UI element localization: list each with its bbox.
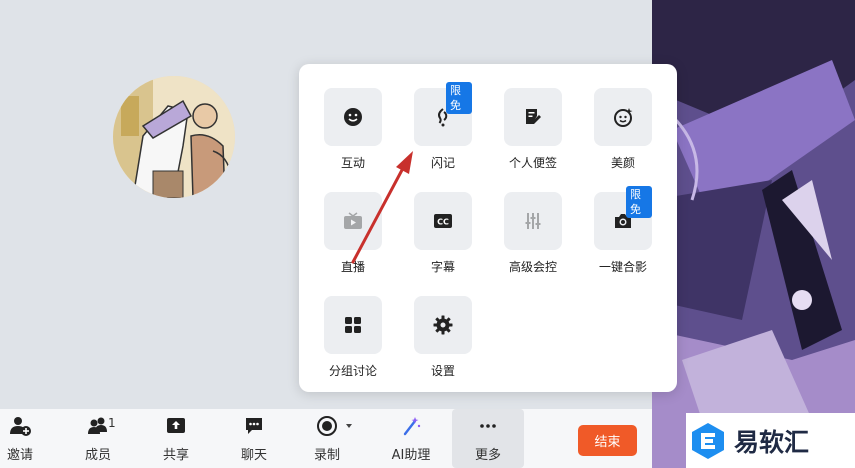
toolbar-label: 邀请 — [6, 448, 33, 463]
more-dots-icon — [480, 424, 496, 428]
toolbar-label: 成员 — [84, 448, 111, 463]
invite-button[interactable]: 邀请 — [0, 409, 40, 468]
record-button[interactable]: 录制 — [310, 409, 360, 468]
toolbar-label: 录制 — [313, 448, 340, 463]
annotation-arrow — [351, 151, 413, 264]
share-screen-icon — [167, 418, 185, 433]
toolbar-label: AI助理 — [391, 448, 431, 463]
ai-wand-icon — [403, 417, 421, 436]
bottom-toolbar: 邀请 1 成员 共享 聊天 录制 AI助理 更多 — [0, 409, 652, 468]
chat-button[interactable]: 聊天 — [234, 409, 274, 468]
share-button[interactable]: 共享 — [156, 409, 196, 468]
toolbar-label: 聊天 — [240, 448, 267, 463]
end-meeting-button[interactable]: 结束 — [578, 425, 637, 456]
member-count: 1 — [108, 416, 116, 430]
ai-assistant-button[interactable]: AI助理 — [384, 409, 438, 468]
watermark-logo-icon — [692, 422, 724, 459]
members-button[interactable]: 1 成员 — [78, 409, 118, 468]
record-icon — [317, 416, 337, 436]
more-button[interactable]: 更多 — [452, 409, 524, 468]
watermark: 易软汇 — [686, 413, 855, 468]
members-icon — [88, 417, 107, 434]
chevron-down-icon[interactable] — [344, 421, 354, 431]
invite-user-icon — [10, 417, 31, 436]
toolbar-label: 共享 — [162, 448, 189, 463]
watermark-text: 易软汇 — [734, 427, 810, 457]
toolbar-label: 更多 — [474, 448, 501, 463]
chat-icon — [246, 418, 262, 434]
